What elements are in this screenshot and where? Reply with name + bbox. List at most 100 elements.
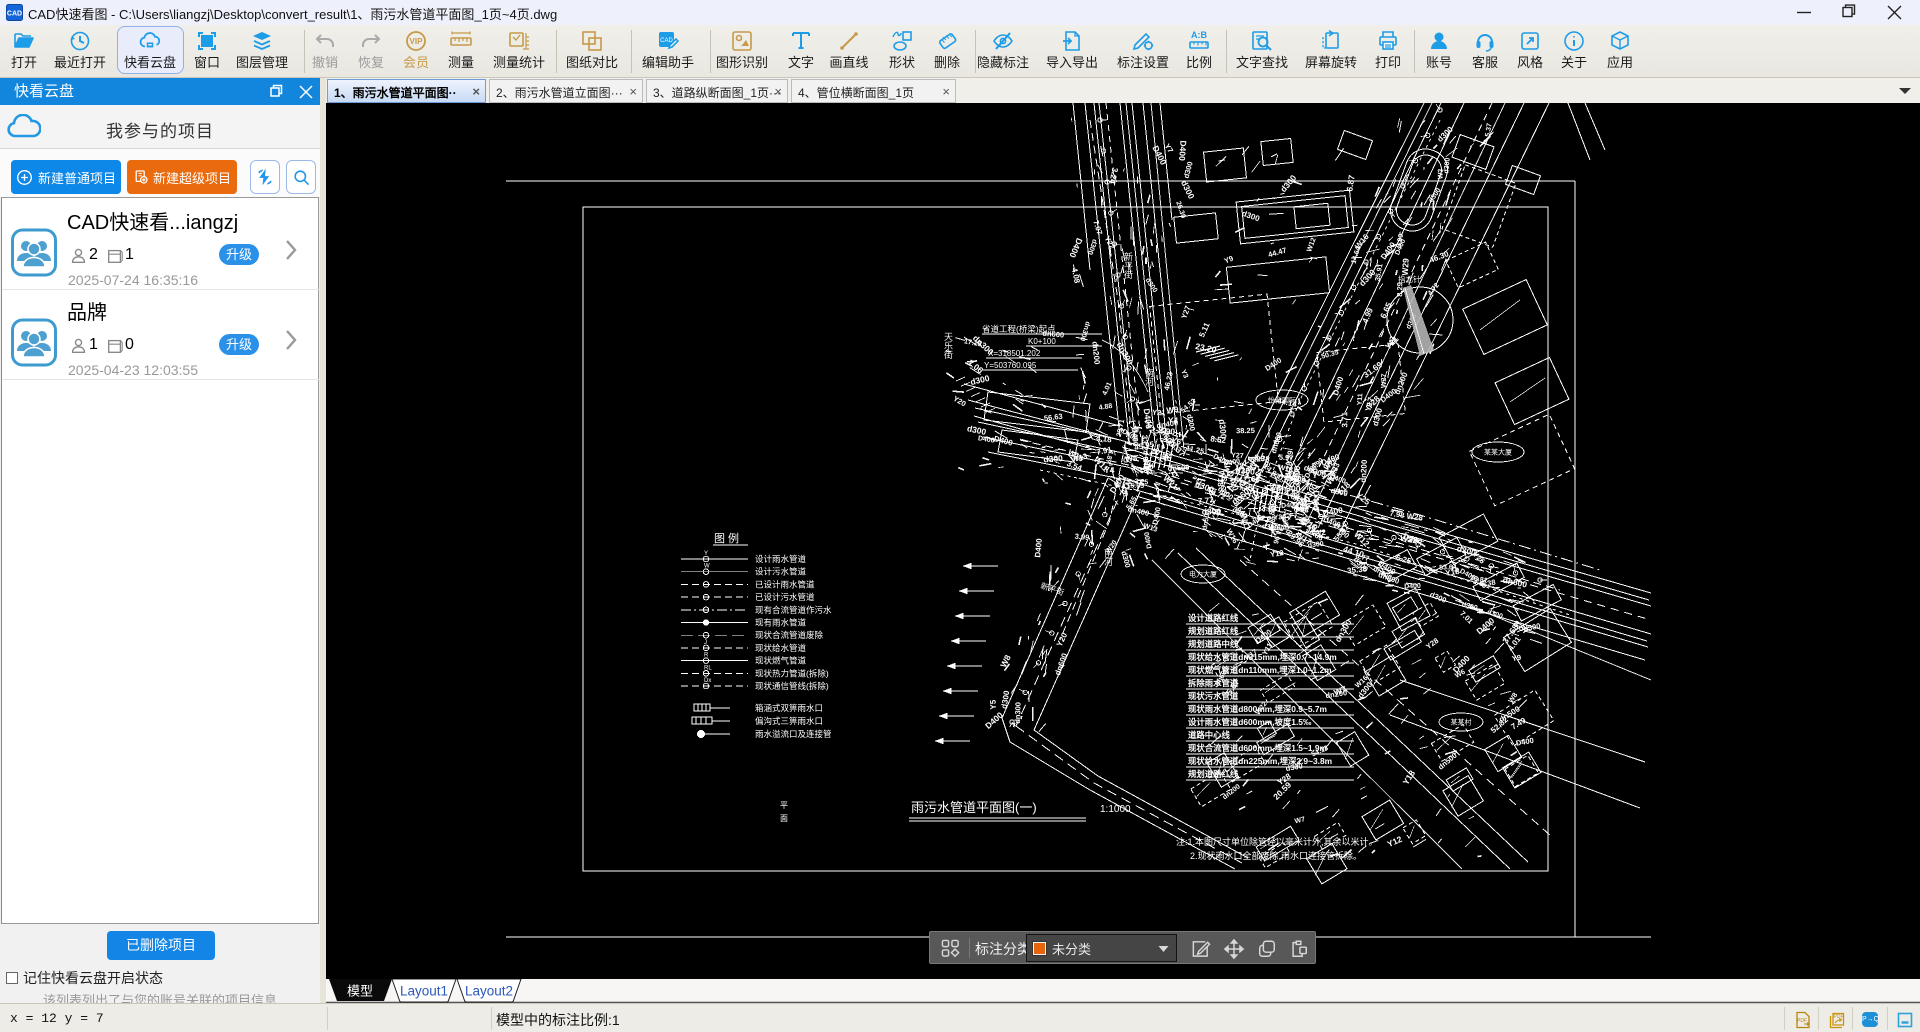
svg-text:D400: D400 [1177,140,1188,161]
svg-text:D400: D400 [977,435,995,445]
svg-text:dn600: dn600 [1053,651,1070,676]
svg-text:D400: D400 [1141,456,1149,473]
svg-text:现有合流管道作污水: 现有合流管道作污水 [755,605,832,615]
svg-text:CAD: CAD [7,11,22,18]
svg-text:已设计雨水管道: 已设计雨水管道 [755,579,815,589]
svg-text:3.71: 3.71 [1340,411,1349,427]
svg-text:VIP: VIP [410,37,424,46]
svg-text:6.87: 6.87 [1344,174,1357,192]
svg-text:规划道路红线: 规划道路红线 [1188,626,1239,636]
svg-text:天乐街: 天乐街 [943,332,953,360]
svg-text:d300: d300 [969,373,990,387]
svg-text:7.01: 7.01 [1458,609,1475,626]
svg-text:Y20: Y20 [952,394,968,408]
svg-text:56.63: 56.63 [1043,412,1063,423]
svg-text:现状燃气管道: 现状燃气管道 [755,656,807,666]
svg-text:现状热力管道(拆除): 现状热力管道(拆除) [755,668,829,678]
svg-text:d300: d300 [1185,413,1197,432]
svg-text:雨污水管道平面图(一): 雨污水管道平面图(一) [911,800,1037,815]
svg-text:注:1.本图尺寸单位除管径以毫米计外,其余以米计。: 注:1.本图尺寸单位除管径以毫米计外,其余以米计。 [1176,836,1378,847]
svg-text:7.77: 7.77 [1198,496,1215,506]
svg-text:Y12: Y12 [1270,548,1285,559]
svg-text:5.11: 5.11 [1197,321,1212,339]
svg-text:J: J [704,640,707,646]
svg-text:d300: d300 [1179,179,1197,201]
svg-text:W8: W8 [998,653,1013,669]
svg-text:dn200: dn200 [1090,341,1101,365]
svg-text:现状污水管道: 现状污水管道 [1188,691,1239,701]
svg-text:D400: D400 [983,710,1005,731]
svg-text:2.现状雨水口全部废除,雨水口连接管拆除。: 2.现状雨水口全部废除,雨水口连接管拆除。 [1190,850,1362,861]
svg-text:W12: W12 [1306,237,1318,253]
svg-text:现状合流管道废除: 现状合流管道废除 [755,630,824,640]
svg-text:某某村: 某某村 [1451,718,1472,727]
svg-text:Dx: Dx [704,678,711,684]
svg-text:设计雨水管道: 设计雨水管道 [755,554,807,564]
svg-text:4.99: 4.99 [1361,306,1376,324]
svg-text:电力大厦: 电力大厦 [1189,570,1217,579]
svg-text:d300: d300 [1182,160,1195,179]
svg-text:雨水溢流口及连接管: 雨水溢流口及连接管 [755,729,832,739]
svg-text:南河: 南河 [1144,367,1154,386]
svg-text:W28: W28 [1406,512,1424,523]
svg-text:3.25: 3.25 [1134,478,1148,486]
svg-text:图 例: 图 例 [714,531,739,545]
svg-text:W: W [704,564,710,570]
svg-text:dn600: dn600 [1269,431,1284,454]
svg-text:50.35: 50.35 [1321,349,1340,361]
svg-text:dn200: dn200 [1359,459,1369,483]
svg-text:46.23: 46.23 [1162,371,1175,391]
svg-text:D400: D400 [1404,583,1421,591]
svg-text:拆除雨水管道: 拆除雨水管道 [1188,678,1239,688]
svg-text:4.90: 4.90 [1158,426,1175,437]
svg-text:dn300: dn300 [1276,483,1301,494]
svg-text:dn300: dn300 [1013,702,1023,724]
svg-text:4.08: 4.08 [1070,267,1082,285]
svg-text:d300: d300 [1429,590,1448,605]
svg-text:8.52: 8.52 [1210,434,1227,445]
svg-text:Y11: Y11 [1357,393,1365,406]
svg-text:现状给水管道dn225mm,埋深2.9~3.8m: 现状给水管道dn225mm,埋深2.9~3.8m [1188,756,1332,766]
svg-text:Y5: Y5 [989,699,998,710]
svg-text:D400: D400 [1311,490,1322,511]
svg-text:7.07: 7.07 [1091,219,1104,236]
svg-text:14.64: 14.64 [1351,246,1363,265]
svg-text:平: 平 [780,801,788,810]
svg-text:1:1000: 1:1000 [1100,804,1131,815]
svg-text:d300: d300 [966,423,987,437]
svg-text:Y3: Y3 [1179,369,1189,380]
svg-text:d300: d300 [1000,689,1012,709]
svg-text:设计道路红线: 设计道路红线 [1188,613,1239,623]
svg-text:7.06: 7.06 [966,358,985,376]
svg-text:d300: d300 [1307,541,1324,550]
svg-text:K0+100: K0+100 [1028,337,1056,346]
svg-text:5.37: 5.37 [1485,123,1494,138]
svg-text:模型: 模型 [347,984,373,999]
svg-text:怡新国际: 怡新国际 [1268,396,1296,405]
svg-text:W7: W7 [1294,816,1306,825]
svg-text:D400: D400 [1067,237,1084,260]
svg-text:D400: D400 [1254,627,1274,645]
svg-text:现状给水管道: 现状给水管道 [755,643,807,653]
svg-text:D400: D400 [993,434,1014,448]
svg-text:省道工程(桥梁)起点: 省道工程(桥梁)起点 [982,324,1056,334]
svg-text:Y18: Y18 [1400,768,1417,786]
svg-text:Y9: Y9 [1223,254,1235,266]
svg-text:D400: D400 [1263,356,1283,373]
svg-text:现状雨水管道d800mm,埋深0.9~5.7m: 现状雨水管道d800mm,埋深0.9~5.7m [1188,704,1327,714]
svg-text:X=318501.202: X=318501.202 [988,349,1041,358]
svg-text:某某大厦: 某某大厦 [1484,448,1512,457]
svg-text:Layout1: Layout1 [400,984,448,999]
svg-text:W8: W8 [1508,692,1520,705]
svg-text:现有雨水管道: 现有雨水管道 [755,618,807,628]
svg-text:3.99: 3.99 [1074,532,1089,542]
svg-text:d300: d300 [1443,157,1451,174]
svg-text:Y12: Y12 [1386,834,1404,849]
svg-text:D400: D400 [1144,531,1154,549]
svg-text:南河: 南河 [1103,547,1113,566]
svg-text:Y20: Y20 [1055,631,1070,648]
svg-text:D400: D400 [1142,408,1154,430]
svg-text:44.47: 44.47 [1267,245,1288,259]
svg-text:Y25: Y25 [1354,490,1372,507]
svg-text:现状合流管道d600mm,埋深1.5~1.9m: 现状合流管道d600mm,埋深1.5~1.9m [1188,743,1327,753]
